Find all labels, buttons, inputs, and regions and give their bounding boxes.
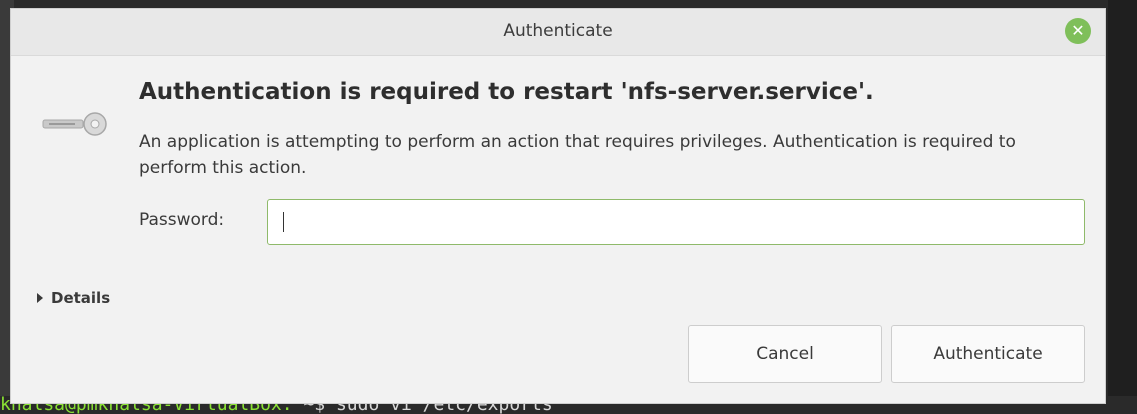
key-icon (42, 112, 107, 136)
details-expander[interactable]: Details (37, 289, 110, 307)
terminal-right-edge (1108, 0, 1137, 414)
password-label: Password: (139, 210, 225, 230)
dialog-description: An application is attempting to perform … (139, 132, 1016, 178)
authenticate-dialog: Authenticate ✕ Authentication is require… (10, 8, 1106, 404)
expand-arrow-icon (37, 293, 43, 303)
close-button[interactable]: ✕ (1065, 18, 1091, 44)
text-cursor (283, 212, 284, 232)
cancel-button[interactable]: Cancel (688, 325, 882, 383)
dialog-heading: Authentication is required to restart 'n… (139, 79, 874, 105)
dialog-titlebar: Authenticate ✕ (11, 9, 1105, 56)
dialog-title: Authenticate (503, 21, 613, 41)
password-input[interactable] (267, 199, 1085, 245)
close-icon: ✕ (1071, 21, 1085, 40)
details-label: Details (51, 289, 111, 307)
authenticate-button[interactable]: Authenticate (891, 325, 1085, 383)
